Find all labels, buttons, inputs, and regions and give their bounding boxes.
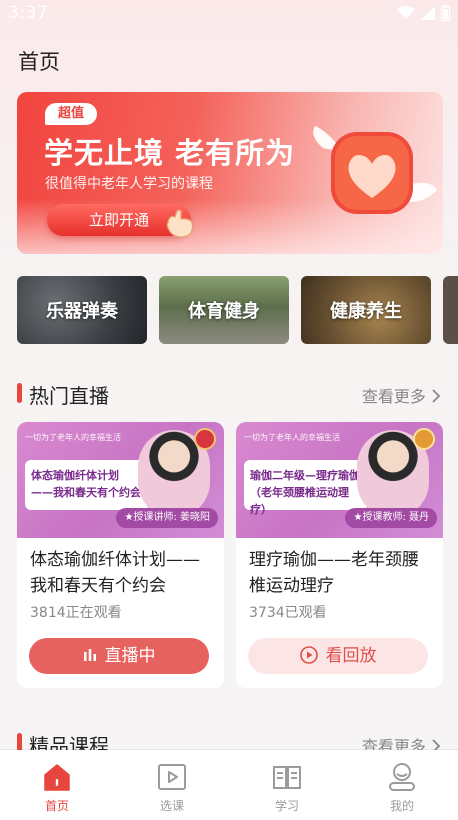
award-seal-icon xyxy=(413,428,435,450)
award-seal-icon xyxy=(194,428,216,450)
banner-badge: 超值 xyxy=(45,103,97,125)
thumb-slogan: 一切为了老年人的幸福生活 xyxy=(244,433,340,442)
category-card[interactable]: 乐器弹奏 xyxy=(17,276,147,344)
promo-banner[interactable]: 超值 学无止境 老有所为 很值得中老年人学习的课程 立即开通 xyxy=(17,92,443,254)
category-card[interactable]: 体育健身 xyxy=(159,276,289,344)
watch-replay-button[interactable]: 看回放 xyxy=(248,638,428,674)
live-card[interactable]: 一切为了老年人的幸福生活 瑜伽二年级—理疗瑜伽 （老年颈腰椎运动理疗） ★授课教… xyxy=(236,422,443,688)
section-accent-bar xyxy=(17,383,22,403)
category-row: 乐器弹奏 体育健身 健康养生 xyxy=(17,276,458,344)
nav-label: 我的 xyxy=(389,799,414,813)
nav-item-profile[interactable]: 我的 xyxy=(345,750,458,820)
live-bars-icon xyxy=(83,648,96,661)
home-icon xyxy=(44,764,70,791)
video-icon xyxy=(158,764,186,790)
category-label: 健康养生 xyxy=(330,301,402,322)
thumb-title-box: 体态瑜伽纤体计划 ——我和春天有个约会 xyxy=(25,460,149,510)
thumb-teacher: ★授课教师: 聂丹 xyxy=(345,508,437,528)
category-label: 乐器弹奏 xyxy=(46,301,118,322)
nav-label: 选课 xyxy=(159,799,184,813)
pointing-hand-icon xyxy=(166,209,194,238)
watch-replay-label: 看回放 xyxy=(325,646,377,666)
category-label: 体育健身 xyxy=(188,301,260,322)
nav-item-home[interactable]: 首页 xyxy=(0,750,114,820)
nav-label: 学习 xyxy=(274,799,299,813)
page-title: 首页 xyxy=(18,50,60,74)
thumb-slogan: 一切为了老年人的幸福生活 xyxy=(25,433,121,442)
live-section-header: 热门直播 查看更多 xyxy=(17,380,441,408)
banner-subtitle: 很值得中老年人学习的课程 xyxy=(45,176,213,192)
live-card-viewers: 3734已观看 xyxy=(249,605,327,621)
wifi-icon xyxy=(397,6,415,19)
live-thumbnail: 一切为了老年人的幸福生活 瑜伽二年级—理疗瑜伽 （老年颈腰椎运动理疗） ★授课教… xyxy=(236,422,443,538)
thumb-teacher: ★授课讲师: 姜晓阳 xyxy=(116,508,218,528)
status-time: 3:37 xyxy=(8,3,49,23)
heart-wings-icon xyxy=(313,126,437,214)
book-icon xyxy=(273,766,301,789)
category-card[interactable]: 健康养生 xyxy=(301,276,431,344)
live-card-viewers: 3814正在观看 xyxy=(30,605,122,621)
play-circle-icon xyxy=(299,645,318,664)
thumb-title-line: 瑜伽二年级—理疗瑜伽 xyxy=(250,469,360,482)
live-thumbnail: 一切为了老年人的幸福生活 体态瑜伽纤体计划 ——我和春天有个约会 ★授课讲师: … xyxy=(17,422,224,538)
thumb-title-box: 瑜伽二年级—理疗瑜伽 （老年颈腰椎运动理疗） xyxy=(244,460,368,516)
view-more-link[interactable]: 查看更多 xyxy=(362,383,441,407)
user-icon xyxy=(389,763,415,791)
category-card-partial[interactable] xyxy=(443,276,458,344)
live-now-button[interactable]: 直播中 xyxy=(29,638,209,674)
nav-label: 首页 xyxy=(44,799,69,813)
bottom-nav: 首页 选课 学习 我的 xyxy=(0,750,458,820)
signal-icon xyxy=(421,6,435,20)
nav-item-courses[interactable]: 选课 xyxy=(115,750,229,820)
live-card-title: 理疗瑜伽——老年颈腰椎运动理疗 xyxy=(249,550,419,596)
thumb-title-line: ——我和春天有个约会 xyxy=(31,486,141,499)
banner-title: 学无止境 老有所为 xyxy=(44,136,296,170)
chevron-right-icon xyxy=(432,389,441,403)
thumb-title-line: 体态瑜伽纤体计划 xyxy=(31,469,119,482)
live-card-title: 体态瑜伽纤体计划——我和春天有个约会 xyxy=(30,550,200,596)
status-bar: 3:37 xyxy=(0,0,458,28)
nav-item-study[interactable]: 学习 xyxy=(230,750,344,820)
view-more-label: 查看更多 xyxy=(361,387,426,406)
status-icons xyxy=(397,5,450,21)
live-card[interactable]: 一切为了老年人的幸福生活 体态瑜伽纤体计划 ——我和春天有个约会 ★授课讲师: … xyxy=(17,422,224,688)
battery-icon xyxy=(441,5,450,21)
section-title: 热门直播 xyxy=(29,384,109,408)
live-now-label: 直播中 xyxy=(104,646,156,666)
